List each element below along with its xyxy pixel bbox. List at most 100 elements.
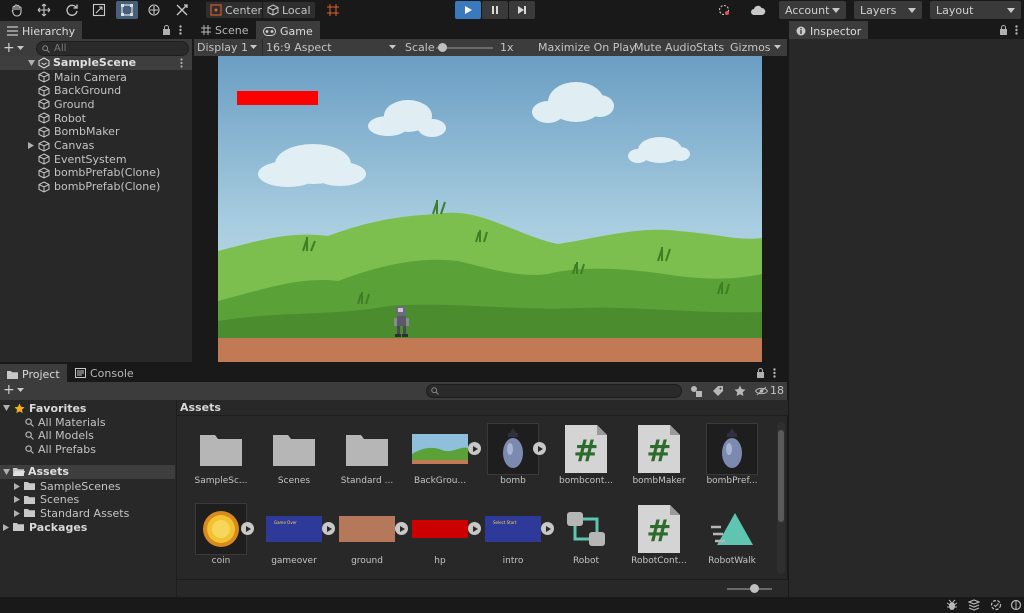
layers-dropdown[interactable]: Layers (854, 1, 922, 19)
lock-icon[interactable] (999, 25, 1008, 35)
panel-menu-icon[interactable] (773, 368, 776, 378)
expand-arrow-icon[interactable] (3, 405, 10, 411)
pause-button[interactable] (482, 1, 508, 19)
hierarchy-item[interactable]: BackGround (38, 84, 121, 98)
collab-icon[interactable] (713, 1, 735, 19)
project-search[interactable] (426, 384, 682, 398)
display-dropdown[interactable]: Display 1 (197, 41, 248, 54)
hierarchy-item[interactable]: BombMaker (38, 125, 119, 139)
asset-item[interactable]: Game Over gameover (256, 502, 335, 578)
search-by-type-icon[interactable] (690, 385, 703, 397)
asset-item[interactable]: SampleSc... (183, 422, 259, 498)
asset-scrollbar[interactable] (777, 422, 785, 574)
scene-menu-icon[interactable] (180, 58, 183, 68)
lock-icon[interactable] (162, 25, 171, 35)
move-tool-icon[interactable] (33, 1, 55, 19)
asset-item[interactable]: bomb (475, 422, 551, 498)
pivot-local-button[interactable]: Local (262, 1, 316, 19)
hidden-packages-toggle[interactable]: 18 (755, 384, 784, 397)
hand-tool-icon[interactable] (6, 1, 28, 19)
label-tag-icon[interactable] (712, 385, 724, 397)
tab-scene[interactable]: Scene (194, 21, 256, 39)
asset-item[interactable]: Standard ... (329, 422, 405, 498)
asset-folder-item[interactable]: Standard Assets (14, 506, 129, 520)
hierarchy-item[interactable]: EventSystem (38, 152, 127, 166)
game-viewport[interactable] (218, 56, 762, 362)
asset-item[interactable]: Robot (548, 502, 624, 578)
tab-game[interactable]: Game (256, 21, 320, 39)
packages-row[interactable]: Packages (3, 520, 87, 534)
favorite-item[interactable]: All Materials (25, 415, 106, 429)
tab-console[interactable]: Console (68, 364, 141, 382)
scale-slider-knob[interactable] (437, 43, 447, 52)
rotate-tool-icon[interactable] (61, 1, 83, 19)
expand-subasset-icon[interactable] (241, 522, 254, 535)
asset-item[interactable]: BackGrou... (402, 422, 481, 498)
collapse-arrow-icon[interactable] (28, 141, 34, 149)
asset-item[interactable]: bombPref... (694, 422, 770, 498)
collapse-arrow-icon[interactable] (14, 496, 20, 504)
collapse-arrow-icon[interactable] (14, 509, 20, 517)
project-create-button[interactable]: + (3, 383, 24, 397)
tab-project[interactable]: Project (0, 364, 67, 382)
grid-snapping-icon[interactable] (322, 1, 344, 19)
lighting-icon[interactable] (1010, 599, 1022, 611)
asset-item[interactable]: # bombcont... (548, 422, 624, 498)
asset-item[interactable]: # RobotCont... (621, 502, 697, 578)
hierarchy-item[interactable]: Main Camera (38, 70, 127, 84)
collapse-arrow-icon[interactable] (3, 523, 9, 531)
asset-item[interactable]: Select Start intro (475, 502, 554, 578)
rect-tool-icon[interactable] (116, 1, 138, 19)
custom-tool-icon[interactable] (171, 1, 193, 19)
favorite-star-icon[interactable] (734, 385, 746, 397)
hierarchy-item[interactable]: Canvas (28, 139, 94, 153)
hierarchy-search[interactable]: All (36, 41, 189, 56)
maximize-on-play-toggle[interactable]: Maximize On Play (538, 41, 636, 54)
breadcrumb-assets[interactable]: Assets (180, 401, 221, 414)
debug-bug-icon[interactable] (946, 599, 958, 611)
hierarchy-item[interactable]: Robot (38, 111, 86, 125)
aspect-dropdown[interactable]: 16:9 Aspect (262, 39, 399, 56)
favorite-item[interactable]: All Models (25, 429, 94, 443)
play-button[interactable] (455, 1, 481, 19)
expand-arrow-icon[interactable] (3, 469, 10, 475)
asset-item[interactable]: hp (402, 502, 481, 578)
hierarchy-item[interactable]: bombPrefab(Clone) (38, 166, 160, 180)
mute-audio-toggle[interactable]: Mute Audio (634, 41, 696, 54)
collapse-arrow-icon[interactable] (14, 482, 20, 490)
tab-inspector[interactable]: Inspector (789, 21, 869, 39)
gizmos-toggle[interactable]: Gizmos (730, 41, 771, 54)
expand-subasset-icon[interactable] (533, 442, 546, 455)
layout-dropdown[interactable]: Layout (930, 1, 1021, 19)
create-button[interactable]: + (3, 41, 24, 55)
favorite-item[interactable]: All Prefabs (25, 442, 96, 456)
scale-tool-icon[interactable] (88, 1, 110, 19)
asset-folder-item[interactable]: Scenes (14, 493, 79, 507)
panel-menu-icon[interactable] (179, 25, 182, 35)
transform-tool-icon[interactable] (143, 1, 165, 19)
thumb-size-knob[interactable] (750, 584, 759, 593)
scene-row[interactable]: SampleScene (0, 56, 192, 70)
step-button[interactable] (509, 1, 535, 19)
scrollbar-thumb[interactable] (778, 430, 784, 522)
favorites-row[interactable]: Favorites (3, 401, 86, 415)
asset-item[interactable]: ground (329, 502, 408, 578)
asset-item[interactable]: RobotWalk (694, 502, 770, 578)
tab-hierarchy[interactable]: Hierarchy (0, 21, 83, 39)
lock-icon[interactable] (756, 368, 765, 378)
expand-arrow-icon[interactable] (28, 60, 35, 66)
pivot-center-button[interactable]: Center (205, 1, 268, 19)
auto-refresh-icon[interactable] (990, 599, 1002, 611)
stats-toggle[interactable]: Stats (696, 41, 724, 54)
asset-item[interactable]: coin (183, 502, 259, 578)
assets-root-row[interactable]: Assets (0, 465, 175, 479)
hierarchy-item[interactable]: Ground (38, 97, 94, 111)
cloud-icon[interactable] (747, 1, 769, 19)
panel-menu-icon[interactable] (1015, 25, 1018, 35)
progress-stack-icon[interactable] (968, 599, 980, 611)
asset-folder-item[interactable]: SampleScenes (14, 479, 121, 493)
hierarchy-item[interactable]: bombPrefab(Clone) (38, 180, 160, 194)
asset-item[interactable]: Scenes (256, 422, 332, 498)
account-dropdown[interactable]: Account (779, 1, 846, 19)
asset-item[interactable]: # bombMaker (621, 422, 697, 498)
